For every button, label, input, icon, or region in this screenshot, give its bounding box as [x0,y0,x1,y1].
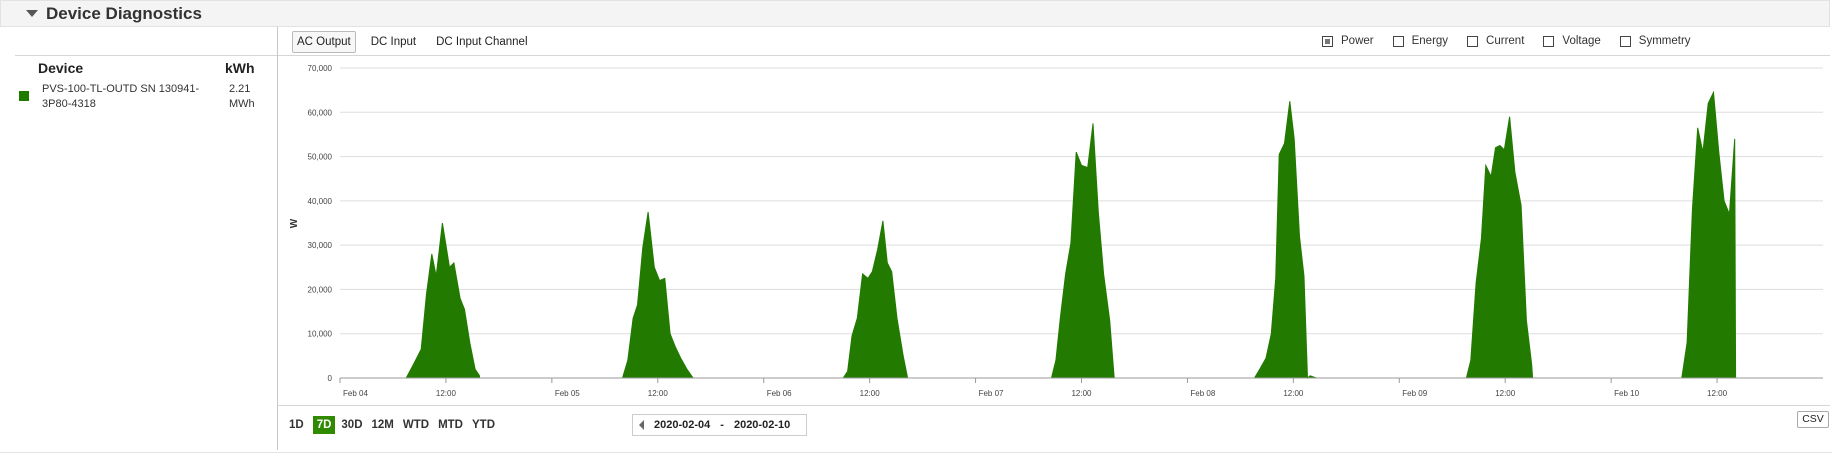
y-axis-label: W [289,218,301,229]
collapse-caret-icon[interactable] [26,10,38,17]
footer-divider [0,452,1832,453]
power-chart[interactable]: 0 10,000 20,000 30,000 40,000 50,000 60,000 70,… [300,60,1825,405]
tab-dc-input[interactable]: DC Input [366,31,421,53]
x-tick-label: 12:00 [1707,389,1728,398]
x-tick-label: Feb 08 [1190,389,1215,398]
power-area-2020-02-09[interactable] [1465,116,1534,379]
header-divider [15,55,1830,56]
symmetry-checkbox[interactable] [1619,35,1631,47]
range-12m[interactable]: 12M [372,419,394,431]
voltage-label: Voltage [1562,35,1601,47]
x-tick-label: Feb 07 [979,389,1004,398]
power-label: Power [1341,35,1374,47]
x-tick-label: Feb 10 [1614,389,1639,398]
output-tabs: AC Output DC Input DC Input Channel [292,31,543,53]
x-tick-label: 12:00 [1071,389,1092,398]
current-label: Current [1486,35,1525,47]
energy-checkbox[interactable] [1392,35,1404,47]
x-tick-label: Feb 05 [555,389,580,398]
device-legend-swatch[interactable] [19,91,29,101]
toggle-energy[interactable]: Energy [1392,35,1449,47]
range-30d[interactable]: 30D [341,419,362,431]
range-7d[interactable]: 7D [312,416,336,434]
y-tick-label: 70,000 [308,64,333,73]
tab-dc-input-channel[interactable]: DC Input Channel [431,31,532,53]
x-tick-label: 12:00 [860,389,881,398]
y-tick-label: 60,000 [308,108,333,117]
power-area-2020-02-06[interactable] [842,220,909,379]
section-header[interactable]: Device Diagnostics [0,0,1830,27]
x-tick-label: 12:00 [1495,389,1516,398]
device-kwh-value: 2.21 MWh [229,83,255,110]
power-checkbox[interactable] [1322,35,1333,47]
section-title: Device Diagnostics [46,3,202,23]
y-tick-label: 40,000 [308,197,333,206]
x-tick-label: Feb 09 [1402,389,1427,398]
tab-ac-output[interactable]: AC Output [292,31,356,53]
range-wtd[interactable]: WTD [403,419,429,431]
device-column-header: Device [38,60,84,76]
y-tick-label: 20,000 [308,285,333,294]
power-area-2020-02-05[interactable] [621,211,695,379]
x-tick-label: 12:00 [648,389,669,398]
toggle-power[interactable]: Power [1322,35,1374,47]
y-tick-label: 50,000 [308,153,333,162]
date-separator: - [720,419,724,431]
y-tick-label: 30,000 [308,241,333,250]
power-area-2020-02-07[interactable] [1050,123,1115,379]
panel-divider [277,27,278,450]
toggle-symmetry[interactable]: Symmetry [1619,35,1691,47]
y-tick-label: 0 [328,374,333,383]
current-checkbox[interactable] [1467,35,1479,47]
device-name[interactable]: PVS-100-TL-OUTD SN 130941-3P80-4318 [42,82,217,112]
voltage-checkbox[interactable] [1543,35,1555,47]
range-1d[interactable]: 1D [289,419,304,431]
date-end[interactable]: 2020-02-10 [734,419,790,431]
power-area-2020-02-08[interactable] [1253,101,1317,380]
x-tick-label: Feb 04 [343,389,368,398]
toggle-voltage[interactable]: Voltage [1543,35,1601,47]
chart-bottom-divider [278,405,1830,406]
previous-period-arrow-icon[interactable] [639,420,644,430]
power-area-2020-02-10[interactable] [1681,90,1737,379]
power-area-2020-02-04[interactable] [405,222,480,379]
symmetry-label: Symmetry [1638,35,1691,47]
range-selector: 1D 7D 30D 12M WTD MTD YTD [289,416,504,434]
series-toggles: Power Energy Current Voltage Symmetry [1322,35,1710,47]
toggle-current[interactable]: Current [1467,35,1524,47]
y-tick-label: 10,000 [308,330,333,339]
date-range-picker[interactable]: 2020-02-04 - 2020-02-10 [632,414,807,436]
csv-export-button[interactable]: CSV [1797,411,1829,428]
range-mtd[interactable]: MTD [438,419,463,431]
range-ytd[interactable]: YTD [472,419,495,431]
energy-label: Energy [1411,35,1449,47]
x-tick-label: 12:00 [436,389,457,398]
date-start[interactable]: 2020-02-04 [654,419,710,431]
x-tick-label: 12:00 [1283,389,1304,398]
kwh-column-header: kWh [225,60,255,76]
x-tick-label: Feb 06 [767,389,792,398]
